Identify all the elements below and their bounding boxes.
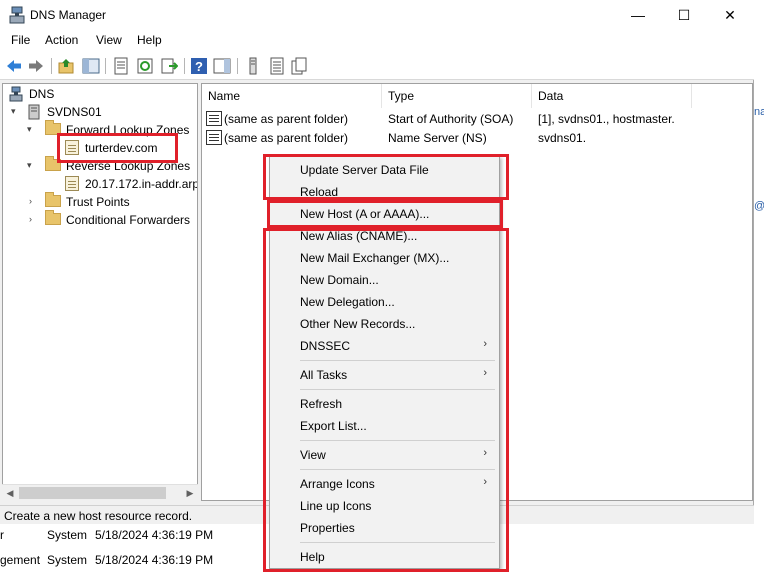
toolbar: ? <box>0 52 754 80</box>
scroll-left-icon[interactable]: ◀ <box>2 485 18 502</box>
toolbar-separator <box>51 58 52 74</box>
background-text: na <box>754 106 764 118</box>
toolbar-separator <box>105 58 106 74</box>
highlight-new-host <box>267 200 503 228</box>
list-header: Name Type Data <box>202 84 752 108</box>
dns-manager-icon <box>9 6 25 24</box>
column-header-data[interactable]: Data <box>532 84 692 108</box>
background-row: gement System 5/18/2024 4:36:19 PM <box>0 553 214 567</box>
svg-text:?: ? <box>195 59 203 74</box>
toolbar-separator <box>184 58 185 74</box>
dns-icon <box>9 86 23 102</box>
maximize-button[interactable]: ☐ <box>661 0 707 30</box>
menu-view[interactable]: View <box>96 33 122 47</box>
tree-node-server[interactable]: ▾ SVDNS01 <box>7 103 157 121</box>
title-bar[interactable]: DNS Manager — ☐ ✕ <box>0 0 754 30</box>
tree-horizontal-scrollbar[interactable]: ◀ ▶ <box>2 484 198 501</box>
record-name: (same as parent folder) <box>224 131 349 145</box>
server-icon[interactable] <box>244 57 262 75</box>
highlight-selected-zone <box>57 133 178 163</box>
tree-label: DNS <box>29 87 55 101</box>
tree-label: Conditional Forwarders <box>66 213 191 227</box>
refresh-icon[interactable] <box>136 57 154 75</box>
show-hide-tree-icon[interactable] <box>82 57 100 75</box>
tree-label: Trust Points <box>66 195 130 209</box>
chevron-down-icon[interactable]: ▾ <box>27 124 32 135</box>
record-data: svdns01. <box>538 131 587 145</box>
status-text: Create a new host resource record. <box>4 509 193 523</box>
background-text: @ <box>754 200 764 212</box>
properties-sheet-icon[interactable] <box>112 57 130 75</box>
table-row[interactable]: (same as parent folder) Start of Authori… <box>202 109 752 128</box>
export-list-icon[interactable] <box>160 57 178 75</box>
chevron-right-icon[interactable]: › <box>29 196 32 206</box>
tree-node-conditional-forwarders[interactable]: › Conditional Forwarders <box>7 210 197 229</box>
record-name: (same as parent folder) <box>224 112 349 126</box>
column-header-name[interactable]: Name <box>202 84 382 108</box>
close-button[interactable]: ✕ <box>707 0 753 30</box>
zone-icon <box>65 176 79 191</box>
help-icon[interactable]: ? <box>190 57 208 75</box>
action-pane-icon[interactable] <box>213 57 231 75</box>
menu-file[interactable]: File <box>11 33 30 47</box>
record-icon <box>206 111 222 126</box>
record-type: Name Server (NS) <box>388 131 487 145</box>
column-header-type[interactable]: Type <box>382 84 532 108</box>
background-window-fragment: na @ <box>753 0 764 572</box>
record-icon <box>206 130 222 145</box>
window-title: DNS Manager <box>30 8 107 22</box>
record-type: Start of Authority (SOA) <box>388 112 514 126</box>
tree-label: SVDNS01 <box>47 105 102 119</box>
tree-label: 20.17.172.in-addr.arpa <box>85 177 198 191</box>
table-row[interactable]: (same as parent folder) Name Server (NS)… <box>202 128 752 147</box>
tree-node-reverse-zone[interactable]: 20.17.172.in-addr.arpa <box>7 175 197 193</box>
tree-node-trust-points[interactable]: › Trust Points <box>7 192 197 211</box>
menu-action[interactable]: Action <box>45 33 78 47</box>
toolbar-separator <box>237 58 238 74</box>
menu-help[interactable]: Help <box>137 33 162 47</box>
scrollbar-thumb[interactable] <box>19 487 166 499</box>
list-records-icon[interactable] <box>268 57 286 75</box>
tree-node-dns[interactable]: DNS <box>7 85 157 103</box>
minimize-button[interactable]: — <box>615 0 661 30</box>
folder-icon <box>45 192 61 207</box>
menu-bar: File Action View Help <box>0 30 754 52</box>
record-data: [1], svdns01., hostmaster. <box>538 112 675 126</box>
chevron-down-icon[interactable]: ▾ <box>27 160 32 171</box>
server-icon <box>28 104 40 120</box>
chevron-right-icon[interactable]: › <box>29 214 32 224</box>
background-row: r System 5/18/2024 4:36:19 PM <box>0 528 214 542</box>
scroll-right-icon[interactable]: ▶ <box>182 485 198 502</box>
copy-records-icon[interactable] <box>290 57 308 75</box>
folder-icon <box>45 210 61 225</box>
highlight-menu-bottom <box>263 228 509 572</box>
up-folder-icon[interactable] <box>58 57 76 75</box>
chevron-down-icon[interactable]: ▾ <box>11 106 16 117</box>
forward-arrow-icon[interactable] <box>27 57 45 75</box>
highlight-menu-top <box>263 154 509 200</box>
back-arrow-icon[interactable] <box>5 57 23 75</box>
